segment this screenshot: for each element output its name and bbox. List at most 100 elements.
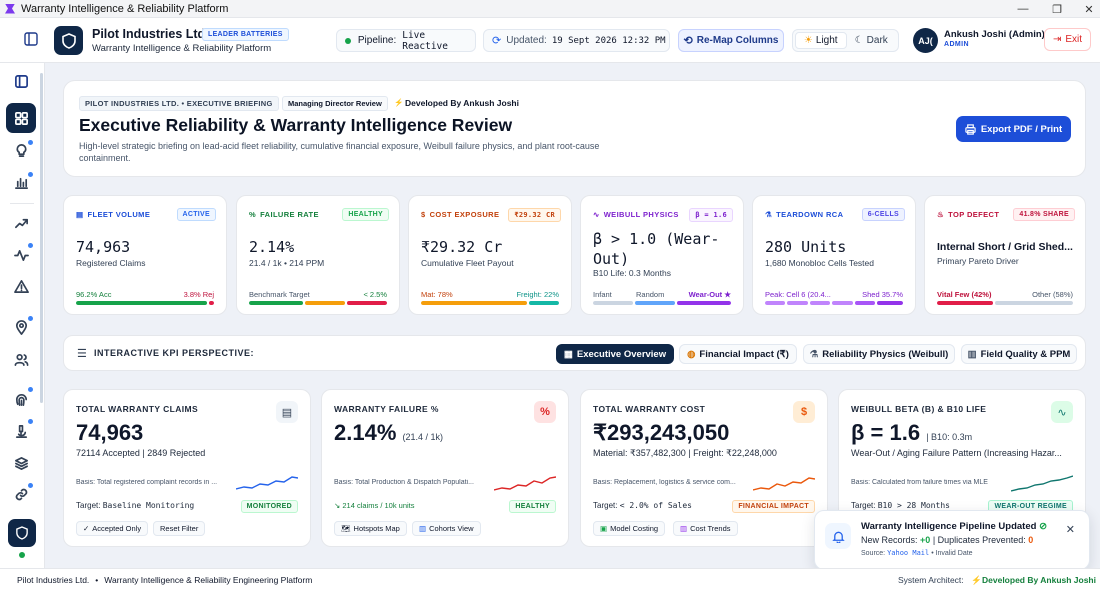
sparkline-claims	[236, 476, 298, 490]
status-badge: FINANCIAL IMPACT	[732, 500, 815, 513]
sidebar-scrollbar[interactable]	[40, 73, 43, 403]
card-value: β = 1.6	[851, 420, 921, 445]
window-titlebar: Warranty Intelligence & Reliability Plat…	[0, 0, 1100, 18]
activity-icon[interactable]: ∿	[1051, 401, 1073, 423]
maximize-icon[interactable]: ❐	[1040, 0, 1074, 18]
button-label: Cohorts View	[429, 524, 474, 533]
remap-columns-button[interactable]: ⟲ Re-Map Columns	[678, 29, 784, 52]
bolt-icon: ⚡	[394, 98, 404, 107]
export-pdf-button[interactable]: Export PDF / Print	[956, 116, 1071, 142]
kpi-sub: Cumulative Fleet Payout	[421, 258, 514, 268]
card-title: TOTAL WARRANTY CLAIMS	[76, 404, 199, 414]
model-costing-button[interactable]: ▣ Model Costing	[593, 521, 666, 536]
sliders-icon: ☰	[77, 348, 87, 360]
sidebar-item-alerts[interactable]	[7, 272, 35, 300]
microscope-icon	[15, 424, 27, 438]
kpi-teardown-rca[interactable]: ⚗ TEARDOWN RCA 6-CELLS 280 Units 1,680 Mo…	[752, 195, 916, 315]
kpi-foot-right: Shed 35.7%	[862, 290, 903, 299]
reset-filter-button[interactable]: Reset Filter	[153, 521, 206, 536]
kpi-value: 2.14%	[249, 238, 295, 256]
percent-icon[interactable]: %	[534, 401, 556, 423]
sidebar-item-layers[interactable]	[7, 449, 35, 477]
kpi-badge: 6-CELLS	[861, 208, 905, 221]
updated-label: Updated:	[506, 35, 547, 46]
theme-dark-button[interactable]: ☾ Dark	[847, 32, 897, 49]
footer-architect: Developed By Ankush Joshi	[982, 575, 1096, 585]
card-basis: Basis: Total registered complaint record…	[76, 479, 218, 486]
theme-light-button[interactable]: ☀ Light	[795, 32, 847, 49]
theme-light-label: Light	[815, 35, 838, 46]
pipeline-toast: Warranty Intelligence Pipeline Updated ⊘…	[814, 510, 1090, 570]
card-total-warranty-cost: TOTAL WARRANTY COST $ ₹293,243,050 Mater…	[580, 389, 828, 547]
kpi-top-defect[interactable]: ♨ TOP DEFECT 41.8% SHARE Internal Short /…	[924, 195, 1086, 315]
check-icon: ✓	[83, 524, 90, 533]
sidebar-item-users[interactable]	[7, 345, 35, 373]
chart-icon: ▦	[563, 348, 573, 360]
target-label: Target:	[851, 501, 876, 510]
dollar-icon[interactable]: $	[793, 401, 815, 423]
pipeline-label: Pipeline:	[357, 35, 397, 46]
microscope-icon: ⚗	[765, 210, 773, 219]
tab-executive-overview[interactable]: ▦ Executive Overview	[556, 344, 674, 364]
notification-dot	[28, 387, 33, 392]
kpi-fleet-volume[interactable]: ▤ FLEET VOLUME ACTIVE 74,963 Registered C…	[63, 195, 227, 315]
sidebar-collapse-icon[interactable]	[7, 67, 35, 95]
trend-icon: ↘	[334, 501, 341, 510]
cost-trends-button[interactable]: ▥ Cost Trends	[673, 521, 738, 536]
user-avatar[interactable]: AJ(	[913, 28, 938, 53]
updated-value: 19 Sept 2026 12:32 PM	[551, 35, 666, 46]
moon-icon: ☾	[854, 35, 864, 46]
notification-dot	[28, 172, 33, 177]
kpi-foot-left: Infant	[593, 290, 612, 299]
remap-label: Re-Map Columns	[696, 35, 779, 46]
card-warranty-failure: WARRANTY FAILURE % % 2.14% (21.4 / 1k) B…	[321, 389, 569, 547]
kpi-foot-right: Wear-Out ★	[688, 290, 731, 299]
close-window-icon[interactable]: ✕	[1072, 0, 1100, 18]
user-name: Ankush Joshi (Admin)	[944, 29, 1045, 40]
chart-icon: ▥	[419, 524, 427, 533]
theme-toggle: ☀ Light ☾ Dark	[792, 29, 899, 52]
sidebar-shield-icon[interactable]	[8, 519, 36, 547]
logout-icon: ⇥	[1052, 34, 1062, 45]
card-value: 2.14%	[334, 420, 397, 445]
document-icon[interactable]: ▤	[276, 401, 298, 423]
card-basis: Basis: Total Production & Dispatch Popul…	[334, 479, 474, 486]
printer-icon	[965, 123, 976, 135]
description-line1: High-level strategic briefing on lead-ac…	[79, 141, 600, 151]
calculator-icon: ▣	[600, 524, 608, 533]
toast-close-icon[interactable]: ✕	[1066, 523, 1075, 536]
kpi-weibull-physics[interactable]: ∿ WEIBULL PHYSICS β = 1.6 β > 1.0 (Wear- O…	[580, 195, 744, 315]
card-title: WEIBULL BETA (B) & B10 LIFE	[851, 404, 987, 414]
card-sub: 72114 Accepted | 2849 Rejected	[76, 448, 206, 458]
flame-icon: ♨	[937, 210, 945, 219]
minimize-icon[interactable]: —	[1006, 0, 1040, 18]
perspective-label: INTERACTIVE KPI PERSPECTIVE:	[94, 348, 255, 358]
kpi-foot-left: Benchmark Target	[249, 290, 310, 299]
tab-financial-impact[interactable]: ◍ Financial Impact (₹)	[679, 344, 797, 364]
sidebar-toggle-icon[interactable]	[24, 32, 38, 51]
sidebar-item-dashboard[interactable]	[6, 103, 36, 133]
kpi-failure-rate[interactable]: % FAILURE RATE HEALTHY 2.14% 21.4 / 1k • …	[236, 195, 400, 315]
refresh-icon[interactable]: ⟳	[492, 34, 501, 47]
cohorts-view-button[interactable]: ▥ Cohorts View	[412, 521, 481, 536]
sidebar-item-trends[interactable]	[7, 209, 35, 237]
kpi-label: COST EXPOSURE	[429, 210, 500, 219]
kpi-sub: Primary Pareto Driver	[937, 256, 1019, 266]
exit-button[interactable]: ⇥ Exit	[1044, 28, 1091, 51]
kpi-label: FLEET VOLUME	[87, 210, 151, 219]
kpi-progress-bar	[421, 301, 559, 305]
executive-briefing-card: PILOT INDUSTRIES LTD. • EXECUTIVE BRIEFI…	[63, 80, 1086, 177]
dollar-icon: $	[421, 210, 426, 219]
kpi-cost-exposure[interactable]: $ COST EXPOSURE ₹29.32 CR ₹29.32 Cr Cumul…	[408, 195, 572, 315]
toast-source-suffix: • Invalid Date	[931, 550, 973, 557]
link-icon	[15, 488, 27, 500]
toast-source-label: Source:	[861, 550, 886, 557]
accepted-only-button[interactable]: ✓ Accepted Only	[76, 521, 149, 536]
tab-reliability-physics[interactable]: ⚗ Reliability Physics (Weibull)	[803, 344, 955, 364]
hotspots-map-button[interactable]: 🗺 Hotspots Map	[334, 521, 407, 536]
kpi-badge: ₹29.32 CR	[508, 208, 561, 222]
live-dot-icon	[345, 37, 351, 44]
tab-field-quality[interactable]: ▥ Field Quality & PPM	[961, 344, 1077, 364]
kpi-label: WEIBULL PHYSICS	[603, 210, 679, 219]
company-name: Pilot Industries Ltd.	[92, 27, 209, 41]
